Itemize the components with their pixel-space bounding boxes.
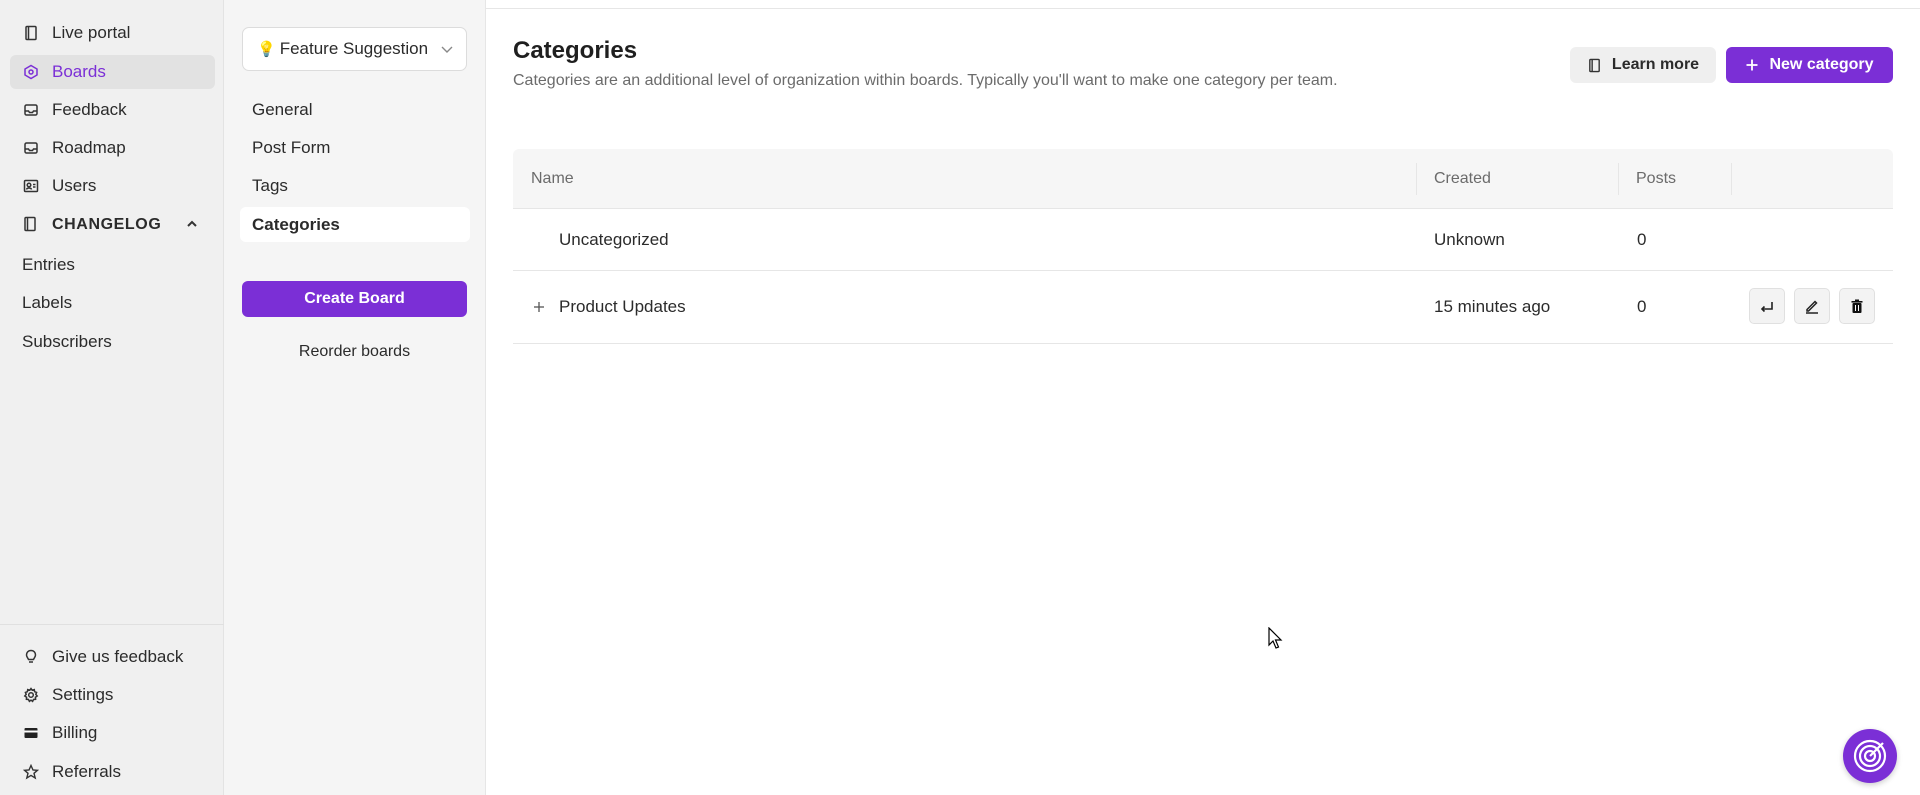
sidebar-item-label: Subscribers	[22, 332, 112, 351]
sidebar-item-referrals[interactable]: Referrals	[10, 755, 215, 789]
book-icon	[22, 216, 40, 234]
sidebar-item-labels[interactable]: Labels	[10, 287, 72, 319]
sidebar-divider	[0, 624, 224, 625]
sidebar-item-label: Users	[52, 176, 97, 195]
credit-card-icon	[22, 724, 40, 742]
board-tab-label: Categories	[252, 214, 340, 234]
board-tab-post-form[interactable]: Post Form	[240, 130, 470, 165]
category-posts: 0	[1637, 229, 1647, 249]
target-icon	[1853, 739, 1887, 773]
column-divider	[1416, 163, 1417, 195]
sidebar-item-entries[interactable]: Entries	[10, 249, 75, 281]
inbox-icon	[22, 101, 40, 119]
subdirectory-arrow-icon	[1760, 302, 1773, 313]
star-icon	[22, 763, 40, 781]
users-icon	[22, 177, 40, 195]
help-widget-button[interactable]	[1843, 729, 1897, 783]
board-tab-label: Post Form	[252, 137, 331, 157]
move-category-button[interactable]	[1749, 288, 1785, 324]
sidebar-item-feedback[interactable]: Feedback	[10, 93, 215, 127]
category-name: Product Updates	[559, 297, 686, 316]
page-description: Categories are an additional level of or…	[513, 72, 1338, 89]
sidebar-item-live-portal[interactable]: Live portal	[10, 16, 215, 50]
column-header-created: Created	[1434, 170, 1491, 187]
sidebar-item-label: Roadmap	[52, 138, 126, 157]
sidebar-item-label: Entries	[22, 255, 75, 274]
lightbulb-icon: 💡	[257, 41, 276, 58]
board-tab-label: General	[252, 99, 313, 119]
sidebar-item-users[interactable]: Users	[10, 169, 215, 203]
category-created: 15 minutes ago	[1434, 297, 1551, 316]
sidebar-item-label: Settings	[52, 685, 114, 704]
sidebar-item-label: Live portal	[52, 23, 131, 42]
column-header-posts: Posts	[1636, 170, 1677, 187]
sidebar-item-boards[interactable]: Boards	[10, 55, 215, 89]
page-title: Categories	[513, 37, 638, 64]
changelog-section-toggle[interactable]: CHANGELOG	[10, 208, 215, 242]
top-divider	[486, 8, 1920, 9]
sidebar: Live portal Boards Feedback Roadmap User…	[0, 0, 224, 795]
boards-icon	[22, 63, 40, 81]
board-tab-categories[interactable]: Categories	[240, 207, 470, 242]
sidebar-item-settings[interactable]: Settings	[10, 678, 215, 712]
roadmap-icon	[22, 139, 40, 157]
column-divider	[1618, 163, 1619, 195]
category-name: Uncategorized	[559, 229, 669, 249]
sidebar-item-label: Referrals	[52, 762, 121, 781]
new-category-label: New category	[1769, 56, 1874, 73]
categories-table: Name Created Posts Uncategorized Unknown…	[513, 149, 1893, 344]
sidebar-item-label: Give us feedback	[52, 647, 184, 666]
boards-settings-panel: 💡 Feature Suggestion General Post Form T…	[224, 0, 486, 795]
new-category-button[interactable]: New category	[1726, 47, 1893, 83]
column-header-name: Name	[531, 170, 574, 187]
gear-icon	[22, 686, 40, 704]
expand-row-button[interactable]	[533, 271, 545, 343]
learn-more-label: Learn more	[1611, 56, 1700, 73]
board-tab-label: Tags	[252, 175, 288, 195]
trash-icon	[1851, 299, 1863, 313]
reorder-boards-link[interactable]: Reorder boards	[242, 337, 467, 367]
plus-icon	[1746, 59, 1758, 71]
sidebar-item-billing[interactable]: Billing	[10, 716, 215, 750]
sidebar-item-label: Feedback	[52, 100, 127, 119]
board-select-dropdown[interactable]: 💡 Feature Suggestion	[242, 27, 467, 71]
edit-category-button[interactable]	[1794, 288, 1830, 324]
column-divider	[1731, 163, 1732, 195]
delete-category-button[interactable]	[1839, 288, 1875, 324]
table-row[interactable]: Product Updates 15 minutes ago 0	[513, 271, 1893, 344]
learn-more-button[interactable]: Learn more	[1570, 47, 1716, 83]
board-select-value: Feature Suggestion	[279, 39, 429, 58]
table-header: Name Created Posts	[513, 149, 1893, 209]
lightbulb-icon	[22, 648, 40, 666]
chevron-up-icon	[187, 220, 197, 227]
sidebar-item-label: Labels	[22, 293, 73, 312]
sidebar-item-label: Billing	[52, 723, 98, 742]
category-posts: 0	[1637, 297, 1647, 316]
pencil-icon	[1806, 300, 1818, 314]
sidebar-item-roadmap[interactable]: Roadmap	[10, 131, 215, 165]
sidebar-item-label: Boards	[52, 62, 106, 81]
chevron-down-icon	[441, 46, 453, 53]
sidebar-item-give-feedback[interactable]: Give us feedback	[10, 640, 215, 674]
plus-icon	[534, 302, 544, 312]
mouse-cursor-icon	[1268, 627, 1283, 649]
book-icon	[1589, 58, 1600, 72]
table-row[interactable]: Uncategorized Unknown 0	[513, 209, 1893, 271]
create-board-button[interactable]: Create Board	[242, 281, 467, 317]
sidebar-item-subscribers[interactable]: Subscribers	[10, 326, 112, 358]
category-created: Unknown	[1434, 229, 1505, 249]
board-tab-general[interactable]: General	[240, 92, 470, 127]
board-tab-tags[interactable]: Tags	[240, 168, 470, 203]
book-icon	[22, 24, 40, 42]
changelog-section-label: CHANGELOG	[52, 216, 162, 233]
